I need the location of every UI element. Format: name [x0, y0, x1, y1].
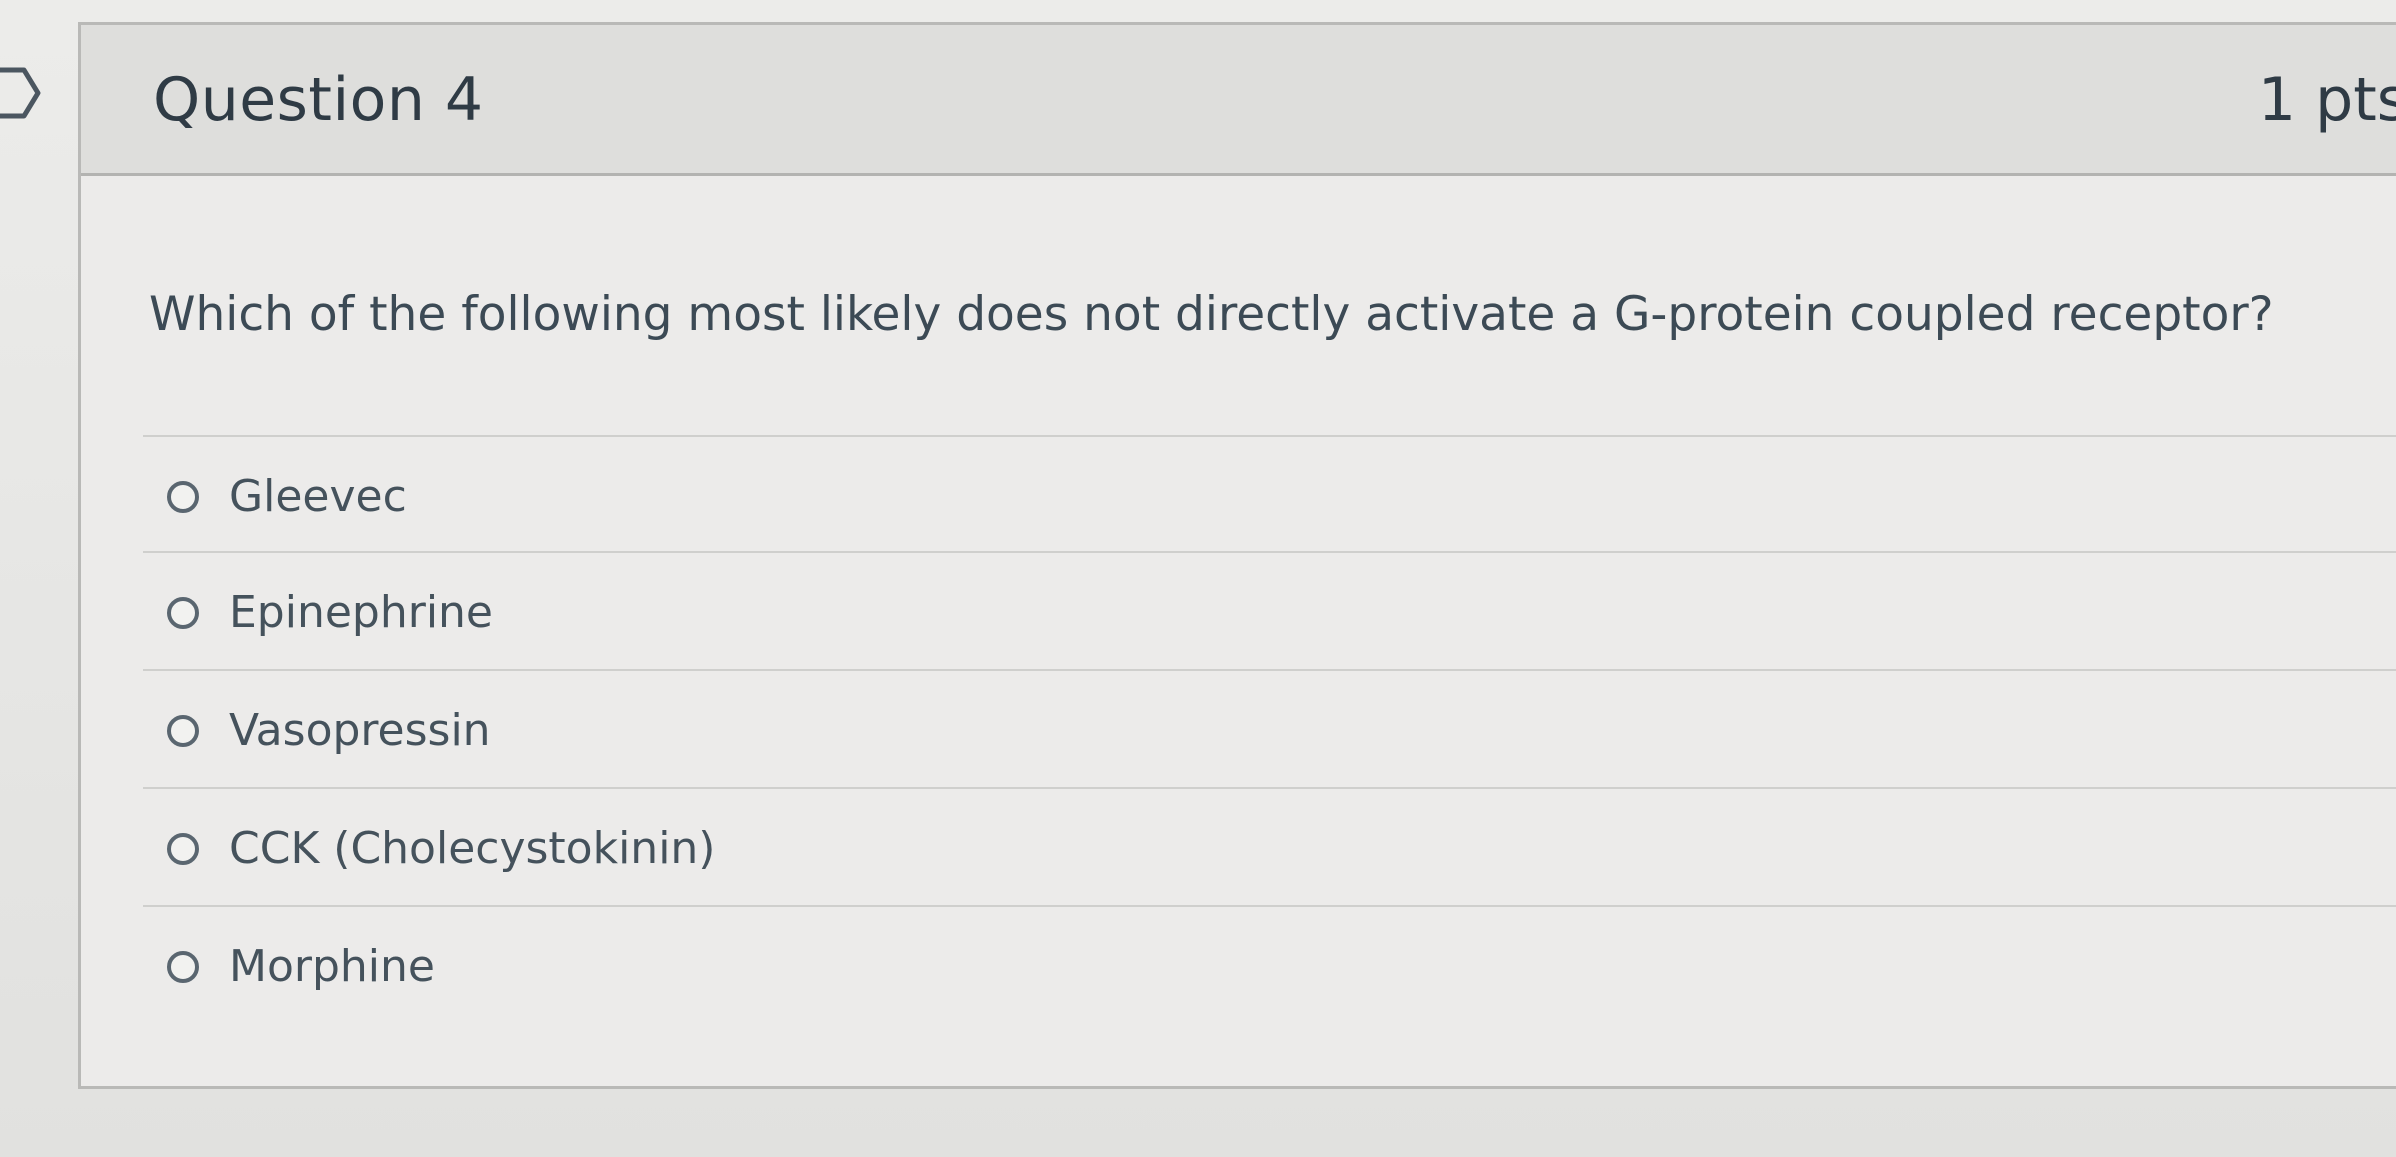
answer-label[interactable]: Vasopressin: [229, 705, 491, 756]
flag-question-icon[interactable]: [0, 64, 46, 122]
answer-list: Gleevec Epinephrine Vasopressin CCK (Cho…: [143, 435, 2396, 1025]
quiz-page: Question 4 1 pts Which of the following …: [0, 0, 2396, 1157]
question-header: Question 4 1 pts: [81, 25, 2396, 176]
answer-label[interactable]: CCK (Cholecystokinin): [229, 823, 715, 874]
radio-button-icon[interactable]: [167, 951, 199, 983]
answer-label[interactable]: Epinephrine: [229, 587, 493, 638]
radio-button-icon[interactable]: [167, 715, 199, 747]
answer-option-morphine[interactable]: Morphine: [143, 907, 2396, 1025]
answer-option-epinephrine[interactable]: Epinephrine: [143, 553, 2396, 671]
answer-label[interactable]: Gleevec: [229, 471, 407, 522]
question-title: Question 4: [153, 65, 484, 135]
answer-option-vasopressin[interactable]: Vasopressin: [143, 671, 2396, 789]
answer-label[interactable]: Morphine: [229, 941, 435, 992]
question-card: Question 4 1 pts Which of the following …: [78, 22, 2396, 1089]
radio-button-icon[interactable]: [167, 481, 199, 513]
question-prompt: Which of the following most likely does …: [149, 287, 2274, 342]
radio-button-icon[interactable]: [167, 833, 199, 865]
radio-button-icon[interactable]: [167, 597, 199, 629]
question-points: 1 pts: [2257, 65, 2396, 135]
answer-option-cck[interactable]: CCK (Cholecystokinin): [143, 789, 2396, 907]
answer-option-gleevec[interactable]: Gleevec: [143, 435, 2396, 553]
